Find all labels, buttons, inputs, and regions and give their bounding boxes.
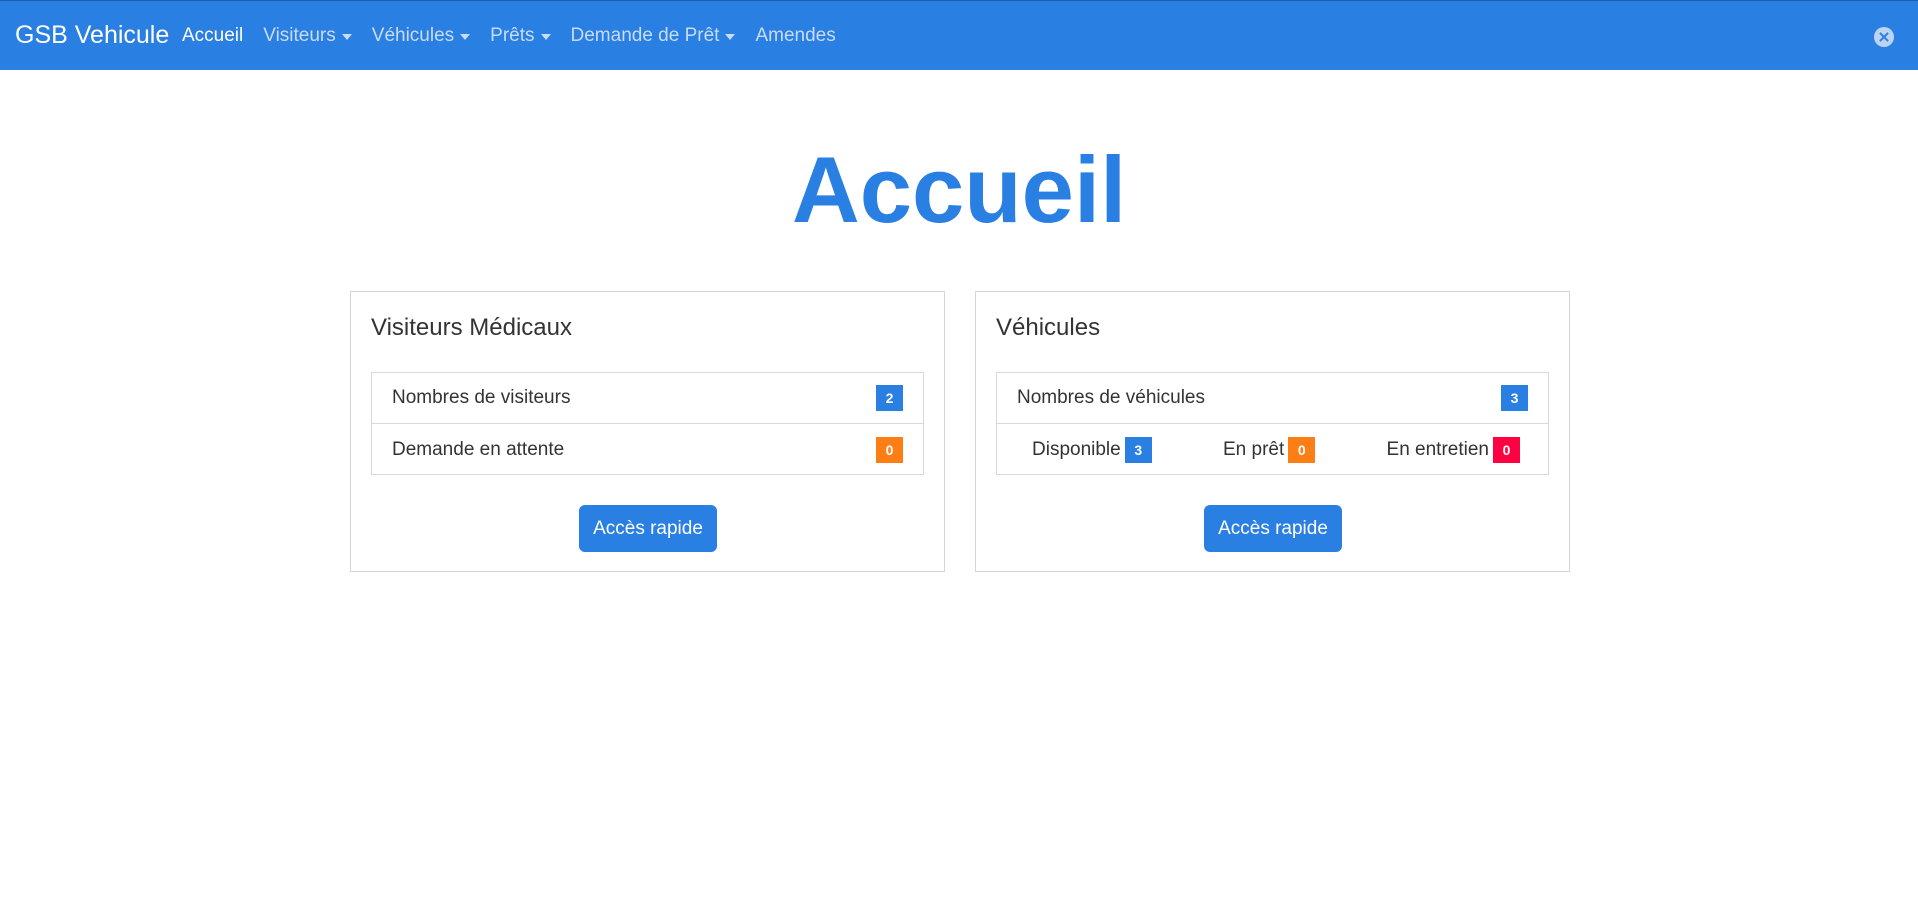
list-item: Nombres de visiteurs 2 (372, 373, 923, 424)
count-badge: 0 (876, 436, 903, 463)
nav-item-visiteurs[interactable]: Visiteurs (263, 24, 352, 48)
status-label: Disponible (1032, 438, 1121, 460)
card-title: Visiteurs Médicaux (371, 314, 572, 341)
chevron-down-icon (460, 34, 471, 40)
card-title: Véhicules (996, 314, 1101, 341)
nav-item-amendes[interactable]: Amendes (755, 24, 835, 48)
chevron-down-icon (725, 34, 736, 40)
status-en-entretien: En entretien 0 (1386, 436, 1520, 463)
brand-logo-text[interactable]: GSB Vehicule (15, 19, 169, 51)
visiteurs-stats-list: Nombres de visiteurs 2 Demande en attent… (371, 372, 924, 475)
nav-item-label: Prêts (490, 25, 535, 46)
nav-item-demande-de-pret[interactable]: Demande de Prêt (571, 24, 736, 48)
stat-label: Nombres de visiteurs (392, 387, 571, 408)
nav-item-vehicules[interactable]: Véhicules (371, 24, 471, 48)
page-title: Accueil (791, 137, 1127, 242)
count-badge: 0 (1493, 436, 1520, 463)
chevron-down-icon (341, 34, 352, 40)
nav-item-label: Amendes (755, 25, 836, 46)
status-label: En prêt (1223, 438, 1285, 460)
count-badge: 3 (1501, 385, 1528, 411)
stat-label: Demande en attente (392, 438, 565, 460)
list-item: Nombres de véhicules 3 (997, 373, 1548, 424)
status-disponible: Disponible 3 (1032, 436, 1152, 463)
vehicle-status-row: Disponible 3 En prêt 0 En entretien 0 (997, 424, 1548, 475)
chevron-down-icon (540, 34, 551, 40)
close-icon[interactable] (1874, 27, 1894, 47)
count-badge: 3 (1124, 436, 1152, 463)
visiteurs-card: Visiteurs Médicaux Nombres de visiteurs … (350, 291, 945, 572)
vehicules-quick-access-button[interactable]: Accès rapide (1204, 505, 1342, 552)
status-label: En entretien (1386, 438, 1489, 460)
nav-item-accueil[interactable]: Accueil (182, 24, 243, 48)
nav-item-prets[interactable]: Prêts (490, 24, 551, 48)
count-badge: 2 (876, 385, 903, 411)
vehicules-card: Véhicules Nombres de véhicules 3 Disponi… (975, 291, 1570, 572)
list-item: Demande en attente 0 (372, 424, 923, 475)
nav-item-label: Demande de Prêt (570, 25, 720, 46)
status-en-pret: En prêt 0 (1223, 436, 1316, 463)
nav-item-label: Visiteurs (263, 25, 336, 46)
top-navbar: GSB Vehicule Accueil Visiteurs Véhicules… (0, 0, 1918, 70)
nav-item-label: Accueil (182, 25, 244, 46)
stat-label: Nombres de véhicules (1017, 387, 1205, 408)
count-badge: 0 (1288, 436, 1316, 463)
nav-menu: Accueil Visiteurs Véhicules Prêts Demand… (182, 1, 856, 71)
vehicules-stats-list: Nombres de véhicules 3 Disponible 3 En p… (996, 372, 1549, 475)
visiteurs-quick-access-button[interactable]: Accès rapide (579, 505, 717, 552)
nav-item-label: Véhicules (371, 25, 455, 46)
